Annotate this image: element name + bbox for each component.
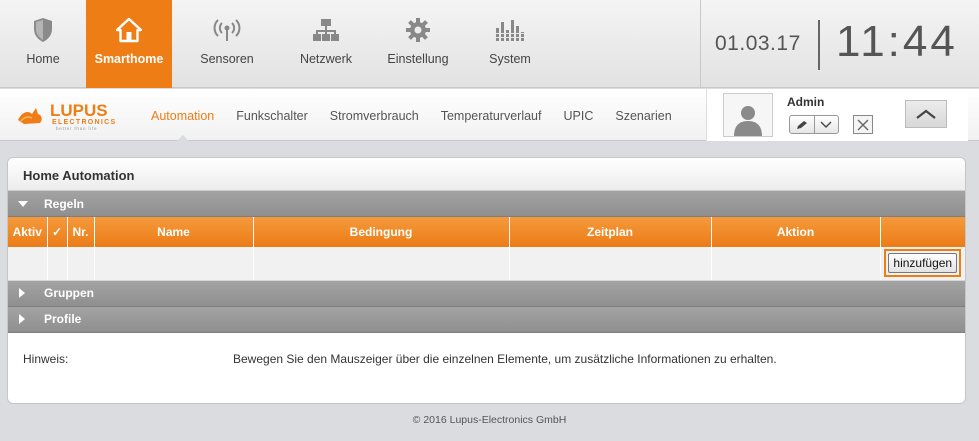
tab-temperaturverlauf[interactable]: Temperaturverlauf <box>430 89 553 141</box>
main-nav: Home Smarthome Sensoren Netzwerk Einstel… <box>0 0 554 88</box>
hint-row: Hinweis: Bewegen Sie den Mauszeiger über… <box>8 338 965 380</box>
table-header-row: Aktiv ✓ Nr. Name Bedingung Zeitplan Akti… <box>8 217 965 247</box>
triangle-right-icon <box>18 288 32 298</box>
nav-label: Smarthome <box>94 52 164 66</box>
tab-stromverbrauch[interactable]: Stromverbrauch <box>319 89 430 141</box>
add-rule-button[interactable]: hinzufügen <box>888 253 958 274</box>
section-rules-header[interactable]: Regeln <box>8 191 965 217</box>
table-cell <box>508 247 711 281</box>
table-cell <box>66 247 94 281</box>
section-profiles-header[interactable]: Profile <box>8 306 965 333</box>
user-icon <box>734 106 762 136</box>
nav-item-sensoren[interactable]: Sensoren <box>172 0 282 88</box>
edit-user-dropdown[interactable] <box>789 115 839 134</box>
footer-copyright: © 2016 Lupus-Electronics GmbH <box>412 414 567 426</box>
nav-item-system[interactable]: System <box>466 0 554 88</box>
clock-divider <box>818 20 820 70</box>
tab-szenarien[interactable]: Szenarien <box>604 89 682 141</box>
column-header[interactable]: Aktiv <box>8 217 47 247</box>
column-header[interactable]: Aktion <box>710 217 880 247</box>
equalizer-icon <box>495 0 525 52</box>
hint-label: Hinweis: <box>23 352 69 366</box>
date-display: 01.03.17 <box>715 32 801 55</box>
shield-icon <box>32 0 54 52</box>
logo-subtext: ELECTRONICS <box>52 119 116 126</box>
column-header[interactable]: ✓ <box>46 217 67 247</box>
nav-label: System <box>489 52 531 66</box>
nav-label: Einstellung <box>387 52 449 66</box>
close-icon <box>857 119 869 130</box>
time-display: 11:44 <box>836 17 958 66</box>
network-icon <box>313 0 339 52</box>
column-header <box>879 217 965 247</box>
signal-icon <box>212 0 242 52</box>
column-header[interactable]: Name <box>93 217 253 247</box>
pencil-icon <box>790 116 814 133</box>
nav-label: Sensoren <box>200 52 254 66</box>
collapse-header-button[interactable] <box>905 100 947 128</box>
nav-label: Netzwerk <box>299 52 353 66</box>
nav-item-home[interactable]: Home <box>0 0 86 88</box>
nav-item-einstellung[interactable]: Einstellung <box>370 0 466 88</box>
section-label: Profile <box>44 312 82 326</box>
sub-navigation-bar: LUPUS ELECTRONICS better than life Autom… <box>0 89 979 142</box>
table-cell <box>252 247 509 281</box>
gear-icon <box>405 0 431 52</box>
tab-funkschalter[interactable]: Funkschalter <box>225 89 319 141</box>
nav-label: Home <box>26 52 60 66</box>
table-cell <box>710 247 880 281</box>
user-name: Admin <box>787 95 825 109</box>
lupus-logo[interactable]: LUPUS ELECTRONICS better than life <box>16 98 128 132</box>
home-automation-panel: Home Automation Regeln Aktiv ✓ Nr. Name … <box>7 157 966 404</box>
house-icon <box>116 0 142 52</box>
section-label: Regeln <box>44 196 85 211</box>
section-label: Gruppen <box>44 286 94 300</box>
nav-item-smarthome[interactable]: Smarthome <box>86 0 172 88</box>
triangle-right-icon <box>18 314 32 324</box>
add-button-highlight: hinzufügen <box>884 249 962 278</box>
column-header[interactable]: Nr. <box>66 217 94 247</box>
user-panel: Admin <box>706 89 968 141</box>
avatar <box>723 93 773 137</box>
tab-automation[interactable]: Automation <box>140 89 225 142</box>
logo-text: LUPUS <box>50 101 108 120</box>
rules-table: Aktiv ✓ Nr. Name Bedingung Zeitplan Akti… <box>8 217 965 281</box>
tab-upic[interactable]: UPIC <box>552 89 604 141</box>
table-row: hinzufügen <box>8 247 965 281</box>
column-header[interactable]: Zeitplan <box>508 217 711 247</box>
logo-tagline: better than life <box>56 126 97 131</box>
table-cell <box>93 247 253 281</box>
logout-button[interactable] <box>853 115 873 134</box>
column-header[interactable]: Bedingung <box>252 217 509 247</box>
top-navigation-bar: Home Smarthome Sensoren Netzwerk Einstel… <box>0 0 979 88</box>
panel-title: Home Automation <box>8 158 965 191</box>
nav-item-netzwerk[interactable]: Netzwerk <box>282 0 370 88</box>
hint-text: Bewegen Sie den Mauszeiger über die einz… <box>233 352 777 366</box>
table-cell <box>8 247 47 281</box>
chevron-down-icon <box>813 116 838 133</box>
section-groups-header[interactable]: Gruppen <box>8 280 965 307</box>
table-cell <box>46 247 67 281</box>
sub-nav: Automation Funkschalter Stromverbrauch T… <box>140 89 683 142</box>
table-cell: hinzufügen <box>879 247 965 281</box>
topbar-divider <box>700 0 701 88</box>
chevron-up-icon <box>916 109 936 119</box>
triangle-down-icon <box>18 200 32 208</box>
